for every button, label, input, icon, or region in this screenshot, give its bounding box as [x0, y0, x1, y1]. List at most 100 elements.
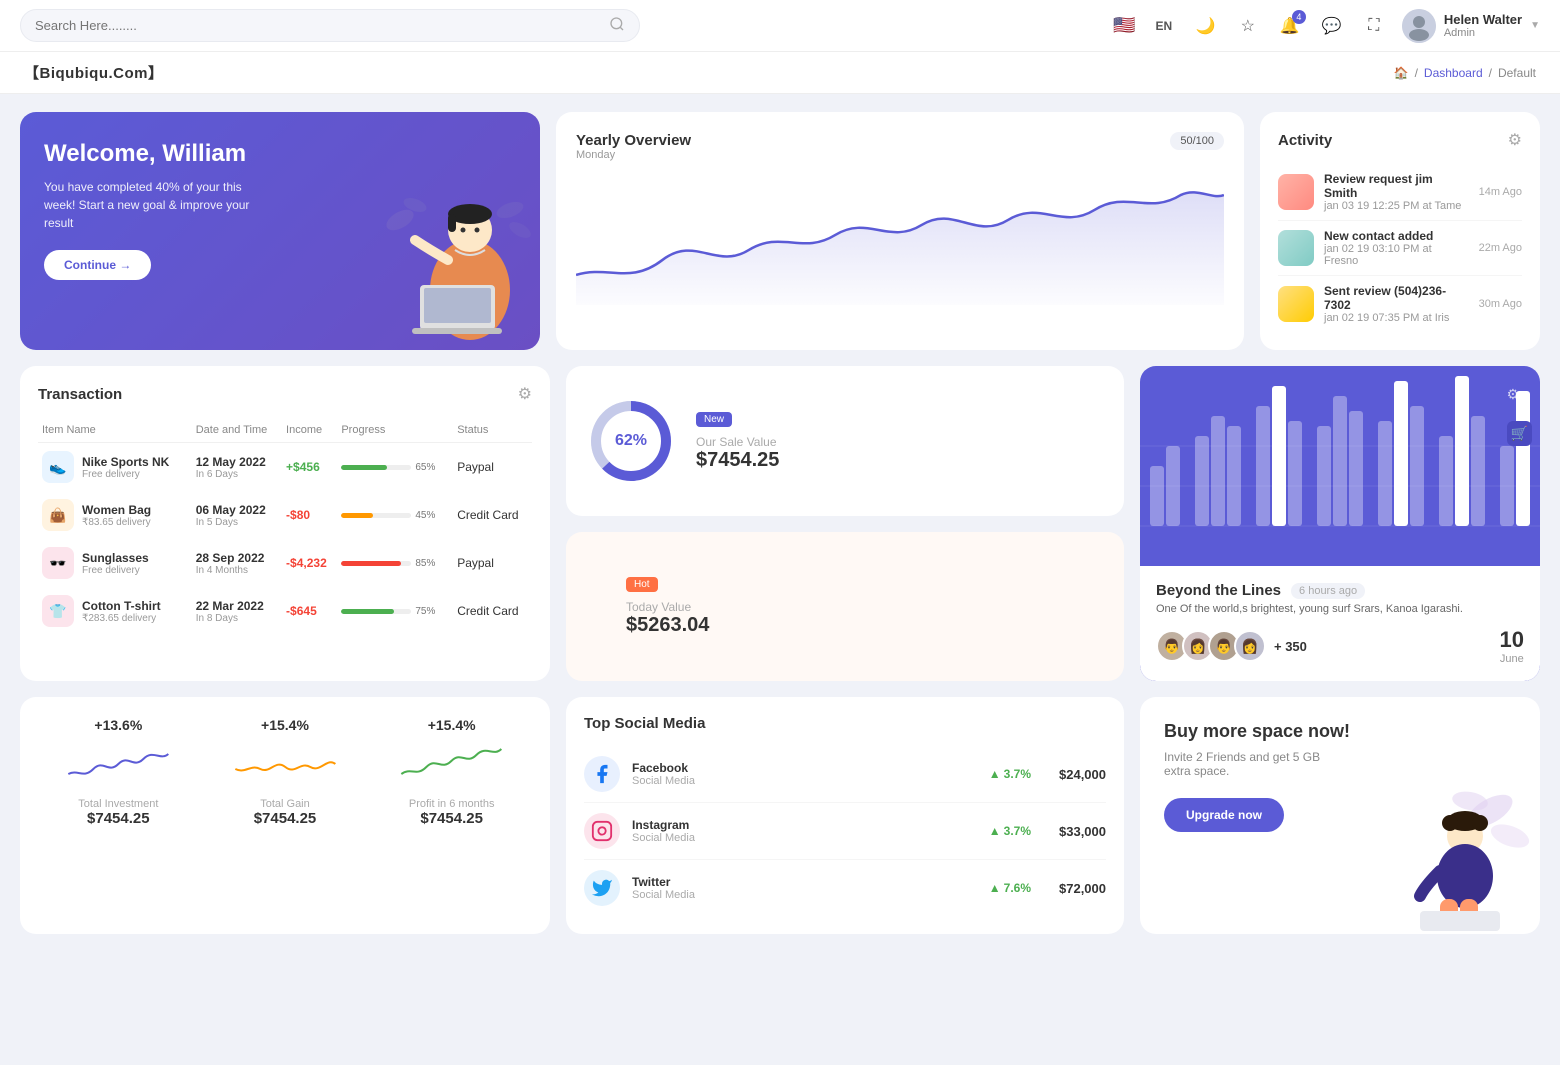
breadcrumb-dashboard[interactable]: Dashboard	[1424, 66, 1483, 80]
yearly-badge: 50/100	[1170, 132, 1224, 150]
col-item-name: Item Name	[38, 418, 192, 443]
beyond-avatar-4: 👩	[1234, 630, 1266, 662]
donut-percent: 62%	[615, 432, 647, 450]
buy-illustration	[1370, 781, 1530, 934]
item-name-3: Sunglasses	[82, 551, 149, 565]
stat-profit-value: $7454.25	[373, 810, 530, 827]
beyond-cart-icon[interactable]: 🛒	[1507, 421, 1532, 446]
yearly-title: Yearly Overview	[576, 132, 691, 149]
stat-investment-label: Total Investment	[40, 798, 197, 810]
beyond-desc: One Of the world,s brightest, young surf…	[1156, 603, 1524, 615]
social-row-facebook: Facebook Social Media ▲ 3.7% $24,000	[584, 746, 1106, 803]
beyond-bottom: 👨 👩 👨 👩 + 350 10 June	[1156, 627, 1524, 665]
chevron-down-icon: ▼	[1530, 20, 1540, 31]
sale-new-info: New Our Sale Value $7454.25	[696, 410, 779, 472]
item-status-1: Paypal	[453, 443, 532, 492]
transaction-card: Transaction ⚙ Item Name Date and Time In…	[20, 366, 550, 681]
instagram-growth: ▲ 3.7%	[989, 824, 1031, 838]
item-cell-3: 🕶️SunglassesFree delivery	[42, 547, 188, 579]
breadcrumb-sep1: /	[1415, 66, 1418, 80]
stat-profit-percent: +15.4%	[373, 717, 530, 733]
home-icon: 🏠	[1394, 66, 1409, 80]
social-header: Top Social Media	[584, 715, 1106, 732]
welcome-card: Welcome, William You have completed 40% …	[20, 112, 540, 350]
sale-new-badge: New	[696, 412, 732, 427]
item-income-3: -$4,232	[286, 556, 327, 570]
site-name: 【Biqubiqu.Com】	[24, 62, 163, 83]
buy-desc: Invite 2 Friends and get 5 GB extra spac…	[1164, 750, 1344, 778]
stats-card: +13.6% Total Investment $7454.25 +15.4% …	[20, 697, 550, 934]
item-date-2: 06 May 2022	[196, 503, 278, 517]
item-progress-1: 65%	[341, 462, 449, 473]
search-input[interactable]	[35, 18, 603, 33]
search-icon	[609, 16, 625, 35]
sparkline-investment	[40, 739, 197, 789]
notification-icon[interactable]: 🔔 4	[1276, 12, 1304, 40]
item-progress-2: 45%	[341, 510, 449, 521]
activity-thumb-3	[1278, 286, 1314, 322]
facebook-icon	[584, 756, 620, 792]
sparkline-profit	[373, 739, 530, 789]
activity-title-1: Review request jim Smith	[1324, 172, 1469, 200]
item-status-4: Credit Card	[453, 587, 532, 635]
main-content: Welcome, William You have completed 40% …	[0, 94, 1560, 952]
instagram-name: Instagram	[632, 818, 695, 832]
beyond-time: 6 hours ago	[1291, 583, 1365, 599]
item-days-3: In 4 Months	[196, 565, 278, 576]
upgrade-button[interactable]: Upgrade now	[1164, 798, 1284, 832]
facebook-growth: ▲ 3.7%	[989, 767, 1031, 781]
col-progress: Progress	[337, 418, 453, 443]
bar-mini-chart	[586, 571, 606, 641]
fullscreen-icon[interactable]: ⛶	[1360, 12, 1388, 40]
item-cell-1: 👟Nike Sports NKFree delivery	[42, 451, 188, 483]
yearly-overview-card: Yearly Overview Monday 50/100	[556, 112, 1244, 350]
item-sub-4: ₹283.65 delivery	[82, 613, 161, 624]
item-status-2: Credit Card	[453, 491, 532, 539]
transaction-table: Item Name Date and Time Income Progress …	[38, 418, 532, 635]
language-flag: 🇺🇸	[1113, 15, 1135, 36]
stats-row: +13.6% Total Investment $7454.25 +15.4% …	[40, 717, 530, 827]
item-days-1: In 6 Days	[196, 469, 278, 480]
activity-settings-icon[interactable]: ⚙	[1508, 130, 1522, 150]
beyond-date-box: 10 June	[1500, 627, 1524, 665]
item-name-4: Cotton T-shirt	[82, 599, 161, 613]
item-status-3: Paypal	[453, 539, 532, 587]
message-icon[interactable]: 💬	[1318, 12, 1346, 40]
theme-toggle[interactable]: 🌙	[1192, 12, 1220, 40]
item-income-4: -$645	[286, 604, 317, 618]
activity-title-3: Sent review (504)236-7302	[1324, 284, 1469, 312]
top-navigation: 🇺🇸 EN 🌙 ☆ 🔔 4 💬 ⛶ Helen Walter Admin ▼	[0, 0, 1560, 52]
instagram-info: Instagram Social Media	[632, 818, 695, 844]
sale-hot-info: Hot Today Value $5263.04	[626, 575, 709, 637]
language-label[interactable]: EN	[1150, 12, 1178, 40]
user-role: Admin	[1444, 27, 1522, 39]
table-row: 👜Women Bag₹83.65 delivery 06 May 2022In …	[38, 491, 532, 539]
beyond-date-num: 10	[1500, 627, 1524, 653]
item-icon-3: 🕶️	[42, 547, 74, 579]
item-name-2: Women Bag	[82, 503, 151, 517]
item-days-4: In 8 Days	[196, 613, 278, 624]
buy-text-area: Buy more space now! Invite 2 Friends and…	[1164, 721, 1354, 832]
facebook-info: Facebook Social Media	[632, 761, 695, 787]
stat-gain-percent: +15.4%	[207, 717, 364, 733]
item-income-2: -$80	[286, 508, 310, 522]
beyond-settings-icon[interactable]: ⚙	[1507, 386, 1532, 403]
stat-gain-value: $7454.25	[207, 810, 364, 827]
buy-title: Buy more space now!	[1164, 721, 1354, 742]
table-row: 🕶️SunglassesFree delivery 28 Sep 2022In …	[38, 539, 532, 587]
activity-item-3: Sent review (504)236-7302 jan 02 19 07:3…	[1278, 276, 1522, 332]
item-name-1: Nike Sports NK	[82, 455, 169, 469]
user-info[interactable]: Helen Walter Admin ▼	[1402, 9, 1540, 43]
twitter-icon	[584, 870, 620, 906]
activity-sub-2: jan 02 19 03:10 PM at Fresno	[1324, 243, 1469, 267]
beyond-avatars-row: 👨 👩 👨 👩 + 350	[1156, 630, 1307, 662]
continue-button[interactable]: Continue →	[44, 250, 151, 280]
transaction-header: Transaction ⚙	[38, 384, 532, 404]
search-bar[interactable]	[20, 9, 640, 42]
transaction-settings-icon[interactable]: ⚙	[518, 384, 532, 404]
user-name: Helen Walter	[1444, 12, 1522, 27]
favorite-icon[interactable]: ☆	[1234, 12, 1262, 40]
beyond-info: Beyond the Lines 6 hours ago One Of the …	[1140, 566, 1540, 681]
activity-thumb-2	[1278, 230, 1314, 266]
activity-header: Activity ⚙	[1278, 130, 1522, 150]
